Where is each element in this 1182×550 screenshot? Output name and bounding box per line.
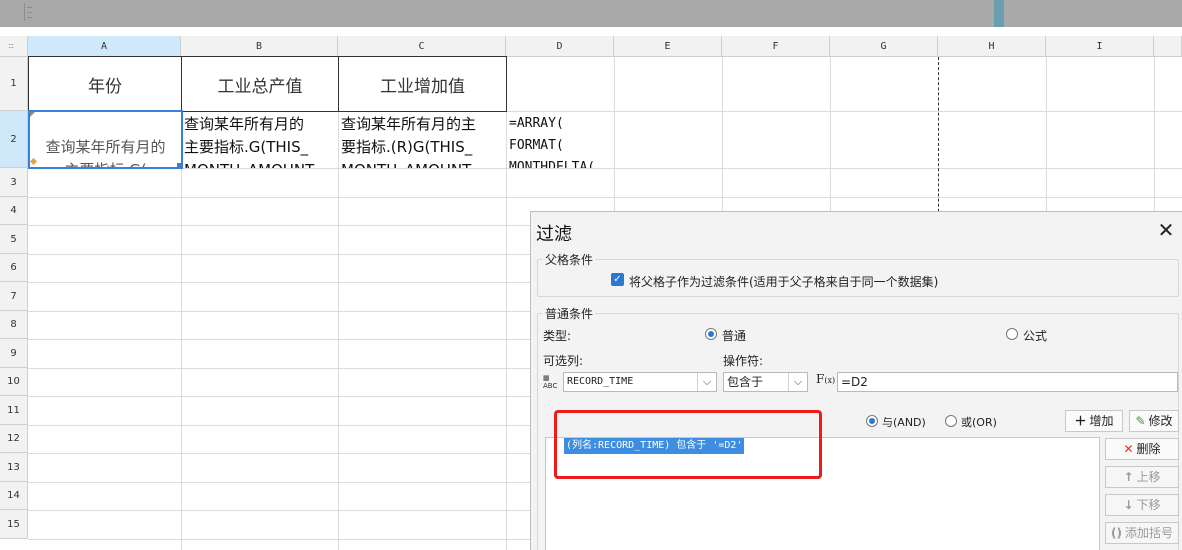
value-input[interactable]: =D2 — [837, 372, 1178, 392]
condition-item[interactable]: (列名:RECORD_TIME) 包含于 '=D2' — [564, 438, 745, 454]
row-header-9[interactable]: 9 — [0, 339, 28, 368]
cell-c1[interactable]: 工业增加值 — [338, 56, 507, 112]
and-radio[interactable] — [866, 415, 878, 427]
row-header-10[interactable]: 10 — [0, 368, 28, 396]
column-label: 可选列: — [543, 354, 584, 368]
delete-button-label: 删除 — [1136, 442, 1161, 456]
or-label: 或(OR) — [961, 416, 997, 429]
row-header-2[interactable]: 2 — [0, 111, 28, 168]
type-formula-radio[interactable] — [1006, 328, 1018, 340]
column-header-c[interactable]: C — [338, 36, 506, 57]
move-up-button[interactable]: ↑ 上移 — [1105, 466, 1179, 488]
add-button-label: 增加 — [1089, 414, 1114, 428]
parent-condition-label: 父格条件 — [543, 251, 596, 268]
delete-icon: ✕ — [1123, 442, 1134, 456]
row-header-1[interactable]: 1 — [0, 57, 28, 111]
dialog-title: 过滤 — [536, 224, 572, 245]
move-down-button-label: 下移 — [1136, 498, 1161, 512]
row-header-7[interactable]: 7 — [0, 282, 28, 311]
column-header-h[interactable]: H — [938, 36, 1046, 57]
modify-button[interactable]: ✎ 修改 — [1129, 410, 1179, 432]
column-header-f[interactable]: F — [722, 36, 830, 57]
select-all-corner[interactable]: ::: — [0, 36, 28, 57]
type-formula-label: 公式 — [1023, 329, 1048, 343]
normal-condition-label: 普通条件 — [543, 305, 596, 322]
column-header-g[interactable]: G — [830, 36, 938, 57]
column-header-b[interactable]: B — [181, 36, 338, 57]
column-select-value: RECORD_TIME — [567, 376, 634, 387]
column-type-icon: ▦ ABC — [543, 374, 558, 390]
add-bracket-button[interactable]: () 添加括号 — [1105, 522, 1179, 544]
plus-icon: ＋ — [1074, 414, 1087, 428]
cell-a2-text: 查询某年所有月的 主要指标.G( RECORD_TIME) — [45, 138, 166, 167]
type-normal-radio[interactable] — [705, 328, 717, 340]
toolbar-grip-icon — [24, 3, 34, 21]
row-header-8[interactable]: 8 — [0, 311, 28, 339]
and-label: 与(AND) — [882, 416, 926, 429]
row-header-6[interactable]: 6 — [0, 254, 28, 282]
move-up-button-label: 上移 — [1136, 470, 1161, 484]
arrow-up-icon: ↑ — [1123, 470, 1134, 484]
column-header-d[interactable]: D — [506, 36, 614, 57]
page-break-line — [938, 57, 939, 237]
row-header-4[interactable]: 4 — [0, 197, 28, 225]
row-header-11[interactable]: 11 — [0, 396, 28, 425]
add-button[interactable]: ＋增加 — [1065, 410, 1123, 432]
column-header-extra[interactable] — [1154, 36, 1182, 57]
cell-c2[interactable]: 查询某年所有月的主 要指标.(R)G(THIS_ MONTH_AMOUNT — [339, 112, 506, 168]
parent-filter-checkbox[interactable]: ✓ — [611, 273, 624, 286]
column-select[interactable]: RECORD_TIME ⌵ — [563, 372, 717, 392]
row-header-12[interactable]: 12 — [0, 425, 28, 453]
edit-icon: ✎ — [1135, 414, 1146, 428]
filter-dialog: 过滤 ✕ 父格条件 ✓ 将父格子作为过滤条件(适用于父子格来自于同一个数据集) … — [530, 211, 1182, 550]
chevron-down-icon: ⌵ — [788, 373, 807, 391]
arrow-down-icon: ↓ — [1123, 498, 1134, 512]
parent-filter-label: 将父格子作为过滤条件(适用于父子格来自于同一个数据集) — [629, 275, 939, 289]
cell-b1[interactable]: 工业总产值 — [181, 56, 339, 112]
or-radio[interactable] — [945, 415, 957, 427]
modify-button-label: 修改 — [1148, 414, 1173, 428]
row-header-15[interactable]: 15 — [0, 510, 28, 539]
operator-select-value: 包含于 — [727, 375, 764, 389]
row-header-3[interactable]: 3 — [0, 168, 28, 197]
gridline — [28, 197, 1182, 198]
chevron-down-icon: ⌵ — [697, 373, 716, 391]
cell-a2[interactable]: 查询某年所有月的 主要指标.G( RECORD_TIME) — [28, 110, 183, 169]
column-header-e[interactable]: E — [614, 36, 722, 57]
move-down-button[interactable]: ↓ 下移 — [1105, 494, 1179, 516]
row-header-13[interactable]: 13 — [0, 453, 28, 482]
cell-flag-icon — [30, 112, 35, 117]
delete-button[interactable]: ✕ 删除 — [1105, 438, 1179, 460]
cell-d2[interactable]: =ARRAY( FORMAT( MONTHDELTA( — [507, 112, 614, 168]
pencil-icon — [30, 157, 38, 166]
top-toolbar — [0, 0, 1182, 27]
formula-icon[interactable]: F(x) — [816, 372, 835, 386]
operator-select[interactable]: 包含于 ⌵ — [723, 372, 808, 392]
column-header-i[interactable]: I — [1046, 36, 1154, 57]
row-header-5[interactable]: 5 — [0, 225, 28, 254]
type-normal-label: 普通 — [722, 329, 747, 343]
gridline — [28, 168, 1182, 169]
row-header-14[interactable]: 14 — [0, 482, 28, 510]
toolbar-accent — [994, 0, 1004, 27]
column-header-a[interactable]: A — [28, 36, 181, 57]
close-icon[interactable]: ✕ — [1154, 218, 1178, 242]
cell-b2[interactable]: 查询某年所有月的 主要指标.G(THIS_ MONTH_AMOUNT — [182, 112, 338, 168]
operator-label: 操作符: — [723, 354, 764, 368]
bracket-icon: () — [1111, 526, 1122, 540]
type-label: 类型: — [543, 329, 572, 343]
add-bracket-button-label: 添加括号 — [1124, 526, 1173, 540]
cell-a1[interactable]: 年份 — [28, 56, 182, 112]
